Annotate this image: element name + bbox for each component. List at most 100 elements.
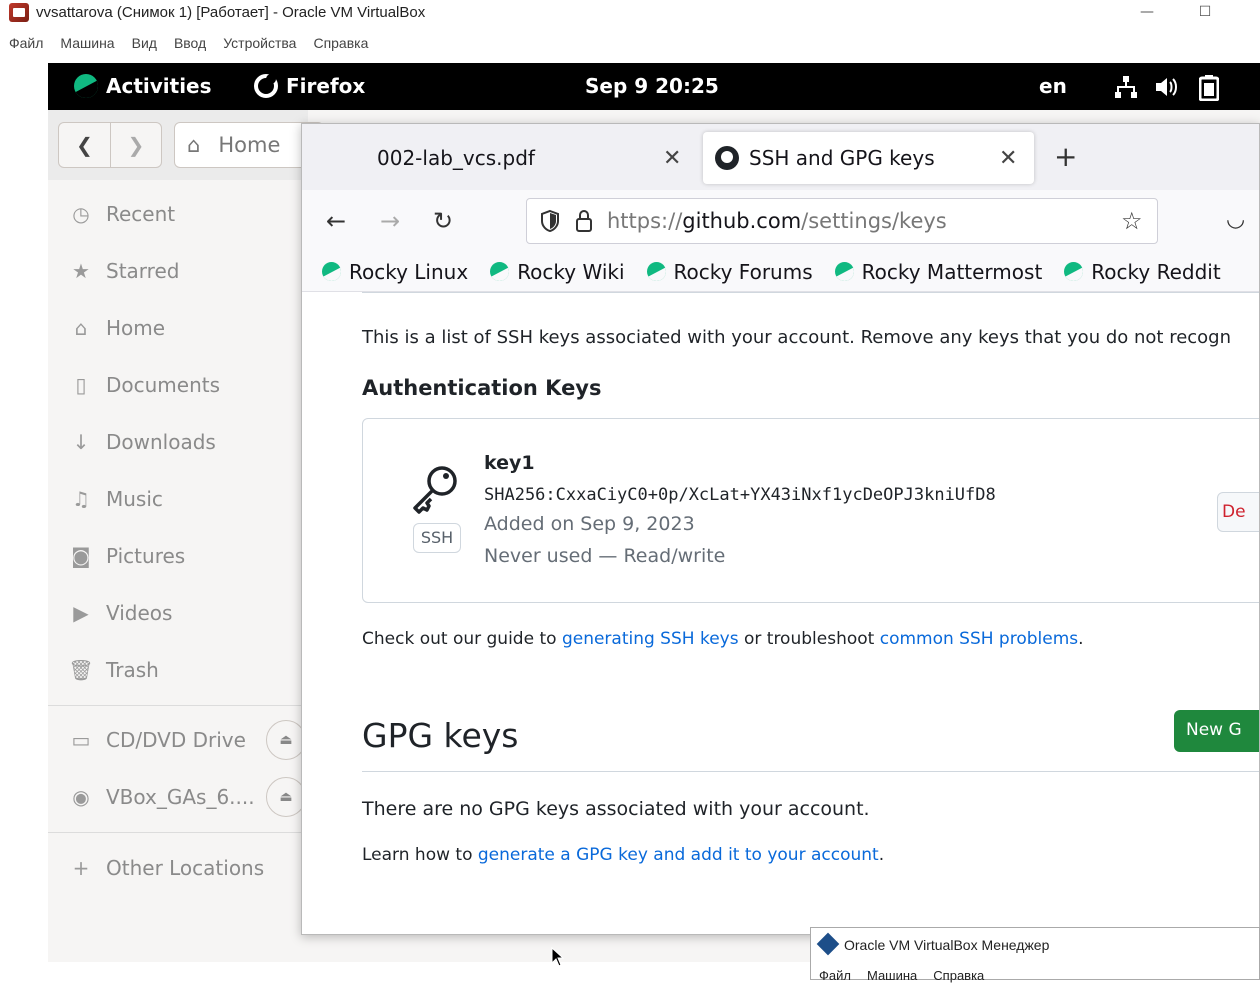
disc-icon: ◉ <box>72 785 90 809</box>
common-ssh-problems-link[interactable]: common SSH problems <box>880 629 1078 649</box>
sidebar-item-label: Pictures <box>106 544 186 568</box>
sidebar-item-starred[interactable]: ★ Starred <box>68 251 308 291</box>
host-menu-machine[interactable]: Машина <box>60 35 114 51</box>
bookmark-rocky-linux[interactable]: Rocky Linux <box>322 260 468 284</box>
sidebar-item-label: Music <box>106 487 163 511</box>
eject-icon[interactable]: ⏏ <box>266 720 306 760</box>
network-icon[interactable] <box>1114 75 1138 99</box>
host-menu-view[interactable]: Вид <box>132 35 157 51</box>
files-nav-buttons: ❮ ❯ <box>58 122 162 168</box>
bookmark-label: Rocky Forums <box>673 259 813 284</box>
bookmark-rocky-reddit[interactable]: Rocky Reddit <box>1064 260 1221 284</box>
host-window-title: vvsattarova (Снимок 1) [Работает] - Orac… <box>36 4 426 21</box>
key-added-date: Added on Sep 9, 2023 <box>484 513 695 535</box>
bookmark-label: Rocky Wiki <box>517 259 625 284</box>
sidebar-item-label: Home <box>106 316 166 340</box>
host-menu-help[interactable]: Справка <box>313 35 368 51</box>
host-menu-file[interactable]: Файл <box>9 35 43 51</box>
gpg-learn-end: . <box>878 845 885 865</box>
sidebar-item-label: Other Locations <box>106 856 265 880</box>
tab-pdf[interactable]: 002-lab_vcs.pdf ✕ <box>302 132 699 184</box>
home-icon: ⌂ <box>74 316 88 340</box>
gpg-learn-pre: Learn how to <box>362 845 478 865</box>
sidebar-item-recent[interactable]: ◷ Recent <box>68 194 308 234</box>
sidebar-item-downloads[interactable]: ↓ Downloads <box>68 422 308 462</box>
new-tab-button[interactable]: + <box>1054 140 1077 173</box>
rocky-logo-icon <box>322 262 341 281</box>
music-icon: ♫ <box>72 487 90 511</box>
host-menu-devices[interactable]: Устройства <box>223 35 296 51</box>
firefox-window: 002-lab_vcs.pdf ✕ SSH and GPG keys ✕ + ←… <box>301 123 1260 935</box>
url-host: github.com <box>682 209 802 233</box>
manager-menu-file[interactable]: Файл <box>819 968 851 983</box>
close-icon[interactable]: ✕ <box>999 146 1017 171</box>
tab-bar: 002-lab_vcs.pdf ✕ SSH and GPG keys ✕ + <box>302 124 1259 190</box>
reload-icon[interactable]: ↻ <box>433 207 453 235</box>
url-bar[interactable]: https://github.com/settings/keys ☆ <box>526 198 1158 244</box>
no-gpg-keys-text: There are no GPG keys associated with yo… <box>362 798 870 820</box>
star-bookmark-icon[interactable]: ☆ <box>1121 207 1143 235</box>
eject-icon[interactable]: ⏏ <box>266 777 306 817</box>
sidebar-item-label: Starred <box>106 259 180 283</box>
keyboard-layout[interactable]: en <box>1039 74 1067 98</box>
star-icon: ★ <box>72 259 90 283</box>
virtualbox-icon <box>816 932 840 956</box>
drive-icon: ▭ <box>71 728 91 752</box>
sidebar-item-trash[interactable]: 🗑 Trash <box>68 650 308 690</box>
files-sidebar: ◷ Recent ★ Starred ⌂ Home ▯ Documents ↓ Downl… <box>48 180 308 962</box>
sidebar-item-pictures[interactable]: ◙ Pictures <box>68 536 308 576</box>
gnome-top-bar: Activities Firefox Sep 9 20:25 en <box>48 63 1260 110</box>
manager-menu-machine[interactable]: Машина <box>867 968 917 983</box>
manager-title: Oracle VM VirtualBox Менеджер <box>844 937 1050 953</box>
manager-menu-help[interactable]: Справка <box>933 968 984 983</box>
activities-label: Activities <box>106 74 212 98</box>
tab-ssh-gpg-keys[interactable]: SSH and GPG keys ✕ <box>703 132 1034 184</box>
rocky-logo-icon <box>74 74 98 98</box>
volume-icon[interactable] <box>1154 75 1180 99</box>
battery-icon[interactable] <box>1199 75 1219 101</box>
forward-arrow-icon[interactable]: → <box>380 207 400 235</box>
shield-icon[interactable] <box>539 209 561 233</box>
github-icon <box>715 146 739 170</box>
rocky-logo-icon <box>646 262 666 281</box>
bookmark-label: Rocky Mattermost <box>861 259 1043 284</box>
app-menu-firefox[interactable]: Firefox <box>254 74 365 98</box>
delete-key-button[interactable]: De <box>1217 492 1259 532</box>
guide-mid: or troubleshoot <box>738 629 880 649</box>
home-icon: ⌂ <box>187 133 201 157</box>
clock[interactable]: Sep 9 20:25 <box>585 74 719 98</box>
host-menu-input[interactable]: Ввод <box>174 35 206 51</box>
pocket-icon[interactable]: ◡ <box>1226 207 1245 232</box>
bookmark-rocky-wiki[interactable]: Rocky Wiki <box>490 259 625 284</box>
bookmark-rocky-forums[interactable]: Rocky Forums <box>646 259 813 284</box>
nav-toolbar: ← → ↻ https://github.com/settings/keys ☆… <box>302 190 1259 252</box>
document-icon: ▯ <box>75 373 87 397</box>
sidebar-item-other-locations[interactable]: + Other Locations <box>68 848 308 888</box>
sidebar-item-videos[interactable]: ▶ Videos <box>68 593 308 633</box>
sidebar-item-home[interactable]: ⌂ Home <box>68 308 308 348</box>
back-arrow-icon[interactable]: ← <box>326 207 346 235</box>
close-icon[interactable]: ✕ <box>663 146 681 171</box>
minimize-icon[interactable]: — <box>1135 2 1159 22</box>
sidebar-item-music[interactable]: ♫ Music <box>68 479 308 519</box>
files-forward-button[interactable]: ❯ <box>109 123 161 167</box>
new-gpg-key-button[interactable]: New G <box>1174 710 1259 752</box>
bookmark-label: Rocky Linux <box>349 259 469 284</box>
sidebar-item-documents[interactable]: ▯ Documents <box>68 365 308 405</box>
bookmarks-toolbar: Rocky Linux Rocky Wiki Rocky Forums Rock… <box>302 252 1259 292</box>
lock-icon[interactable] <box>575 209 593 233</box>
guide-end: . <box>1078 629 1084 649</box>
maximize-icon[interactable]: ☐ <box>1193 2 1217 22</box>
host-menubar: Файл Машина Вид Ввод Устройства Справка <box>0 30 1260 56</box>
tab-label: SSH and GPG keys <box>749 146 935 170</box>
activities-button[interactable]: Activities <box>74 74 212 98</box>
ssh-key-item: SSH key1 SHA256:CxxaCiyC0+0p/XcLat+YX43i… <box>362 418 1259 603</box>
files-back-button[interactable]: ❮ <box>59 123 110 167</box>
key-usage: Never used — Read/write <box>484 545 726 567</box>
files-headerbar: ❮ ❯ ⌂ Home <box>48 110 324 180</box>
generate-gpg-key-link[interactable]: generate a GPG key and add it to your ac… <box>478 845 879 865</box>
generating-ssh-keys-link[interactable]: generating SSH keys <box>562 629 739 649</box>
virtualbox-manager-window[interactable]: Oracle VM VirtualBox Менеджер Файл Машин… <box>810 927 1260 983</box>
bookmark-rocky-mattermost[interactable]: Rocky Mattermost <box>834 259 1043 284</box>
url-prefix: https:// <box>607 209 683 233</box>
